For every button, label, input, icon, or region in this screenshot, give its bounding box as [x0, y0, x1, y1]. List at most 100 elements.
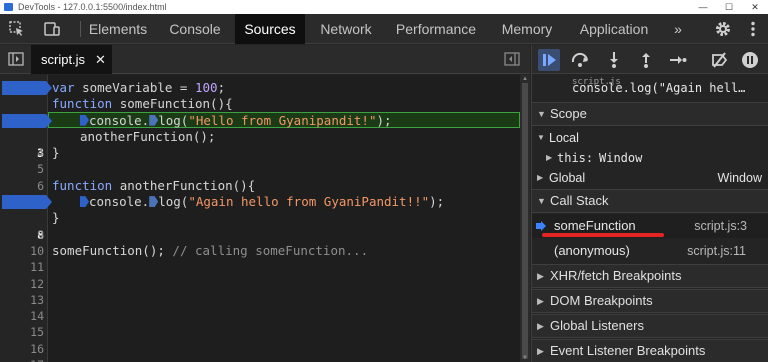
- scope-local[interactable]: ▼ Local: [532, 128, 768, 148]
- tab-sources[interactable]: Sources: [235, 14, 305, 44]
- code-text: function someFunction(){: [52, 96, 233, 112]
- scope-section-header[interactable]: ▼ Scope: [532, 102, 768, 126]
- scrollbar-thumb[interactable]: [522, 83, 528, 359]
- code-line: 13: [0, 276, 520, 307]
- call-stack-section-header[interactable]: ▼ Call Stack: [532, 189, 768, 213]
- call-frame-location[interactable]: script.js:3: [694, 214, 747, 238]
- code-line: 12: [0, 259, 520, 291]
- resume-button[interactable]: [538, 49, 560, 71]
- tab-memory[interactable]: Memory: [495, 14, 559, 44]
- code-line: 2 function someFunction(){: [0, 96, 520, 127]
- scope-local-label: Local: [549, 131, 579, 145]
- event-listener-breakpoints-section-header[interactable]: ▶ Event Listener Breakpoints: [532, 339, 768, 362]
- close-window-button[interactable]: ✕: [742, 0, 768, 14]
- window-title: DevTools - 127.0.0.1:5500/index.html: [18, 2, 167, 12]
- more-tabs-button[interactable]: »: [667, 14, 689, 44]
- tab-network[interactable]: Network: [310, 14, 382, 44]
- call-frame-location[interactable]: script.js:11: [687, 239, 746, 263]
- step-icon[interactable]: [668, 50, 688, 70]
- file-tab-script-js[interactable]: script.js ✕: [31, 45, 112, 74]
- code-line: 5 }: [0, 145, 520, 176]
- section-title: DOM Breakpoints: [550, 293, 653, 308]
- step-out-icon[interactable]: [636, 50, 656, 70]
- deactivate-breakpoints-icon[interactable]: [710, 50, 730, 70]
- code-line: 9 }: [0, 210, 520, 241]
- scroll-down-arrow-icon[interactable]: ▼: [521, 355, 529, 361]
- code-text: var someVariable = 100;: [52, 80, 226, 95]
- code-line: 4 anotherFunction();: [0, 128, 520, 160]
- current-frame-arrow-icon: [536, 221, 546, 231]
- inline-breakpoint-icon[interactable]: [149, 196, 159, 208]
- scope-global-label: Global: [549, 171, 586, 185]
- scroll-up-arrow-icon[interactable]: ▲: [521, 76, 529, 82]
- minimize-button[interactable]: —: [690, 0, 716, 14]
- code-line: 1 var someVariable = 100;: [0, 80, 520, 128]
- code-text: console. log("Hello from Gyanipandit!");: [80, 113, 392, 129]
- global-listeners-section-header[interactable]: ▶ Global Listeners: [532, 314, 768, 338]
- expand-arrow-icon: ▼: [537, 133, 545, 142]
- code-line: 15: [0, 308, 520, 339]
- breakpoint-marker[interactable]: [2, 113, 52, 128]
- inline-breakpoint-icon[interactable]: [149, 114, 159, 126]
- scope-this-key: this:: [557, 151, 594, 165]
- devtools-main-toolbar: Elements Console Sources Network Perform…: [0, 14, 768, 44]
- red-underline-annotation: [542, 233, 664, 237]
- call-frame-somefunction[interactable]: someFunction script.js:3: [532, 214, 768, 238]
- tab-application[interactable]: Application: [572, 14, 656, 44]
- device-toolbar-icon[interactable]: [44, 21, 60, 37]
- frame-file-hint: script.js: [572, 77, 621, 87]
- code-editor[interactable]: 1 var someVariable = 100; 2 function som…: [0, 75, 520, 362]
- code-line: 14: [0, 292, 520, 323]
- expand-arrow-icon: ▼: [537, 196, 546, 206]
- maximize-button[interactable]: ☐: [716, 0, 742, 14]
- collapse-arrow-icon: ▶: [546, 153, 553, 162]
- debugger-sidebar: script.js console.log("Again hell… ▼ Sco…: [531, 45, 768, 362]
- code-line: 10: [0, 227, 520, 258]
- window-title-bar: DevTools - 127.0.0.1:5500/index.html — ☐…: [0, 0, 768, 14]
- close-file-tab-button[interactable]: ✕: [95, 45, 106, 74]
- customize-menu-icon[interactable]: [744, 20, 762, 38]
- call-frame-name: (anonymous): [554, 243, 630, 258]
- code-line: 8 console. log("Again hello from GyaniPan…: [0, 194, 520, 242]
- breakpoint-marker[interactable]: [2, 81, 52, 95]
- breakpoint-marker[interactable]: [2, 195, 52, 210]
- step-into-icon[interactable]: [604, 50, 624, 70]
- call-stack-title: Call Stack: [550, 193, 609, 208]
- tab-console[interactable]: Console: [159, 14, 231, 44]
- pause-on-exceptions-icon[interactable]: [740, 50, 760, 70]
- collapse-arrow-icon: ▶: [537, 321, 544, 331]
- inspect-element-icon[interactable]: [9, 21, 25, 37]
- editor-tab-bar: script.js ✕: [0, 45, 530, 74]
- section-title: Event Listener Breakpoints: [550, 343, 706, 358]
- code-text: anotherFunction();: [80, 128, 216, 144]
- collapse-arrow-icon: ▶: [537, 271, 544, 281]
- tab-elements[interactable]: Elements: [81, 14, 155, 44]
- collapse-arrow-icon: ▶: [537, 296, 544, 306]
- xhr-breakpoints-section-header[interactable]: ▶ XHR/fetch Breakpoints: [532, 264, 768, 288]
- window-controls: — ☐ ✕: [690, 0, 768, 14]
- scope-global[interactable]: ▶ Global Window: [532, 168, 768, 188]
- inline-breakpoint-icon[interactable]: [80, 114, 89, 126]
- call-frame-anonymous[interactable]: (anonymous) script.js:11: [532, 239, 768, 263]
- code-line: 7 function anotherFunction(){: [0, 177, 520, 209]
- step-over-icon[interactable]: [570, 50, 590, 70]
- scope-this-value: Window: [599, 151, 643, 165]
- editor-scrollbar[interactable]: ▲ ▼: [520, 75, 530, 362]
- section-title: XHR/fetch Breakpoints: [550, 268, 682, 283]
- code-line: 6: [0, 162, 520, 193]
- code-text: function anotherFunction(){: [52, 177, 256, 193]
- tab-performance[interactable]: Performance: [392, 14, 480, 44]
- toggle-debugger-sidebar-icon[interactable]: [504, 51, 520, 67]
- settings-gear-icon[interactable]: [714, 20, 732, 38]
- dom-breakpoints-section-header[interactable]: ▶ DOM Breakpoints: [532, 289, 768, 313]
- inline-breakpoint-icon[interactable]: [80, 196, 89, 208]
- call-frame-preview: script.js console.log("Again hell…: [532, 74, 768, 102]
- toggle-navigator-icon[interactable]: [8, 51, 24, 67]
- scope-this-entry[interactable]: ▶ this: Window: [532, 148, 768, 168]
- debugger-toolbar: [532, 45, 768, 74]
- code-line: 17: [0, 341, 520, 362]
- scope-global-value: Window: [717, 171, 762, 185]
- devtools-app-icon: [4, 3, 13, 11]
- code-text: console. log("Again hello from GyaniPandi…: [80, 194, 444, 210]
- code-line: 3 console. log("Hello from Gyanipandit!")…: [0, 113, 520, 160]
